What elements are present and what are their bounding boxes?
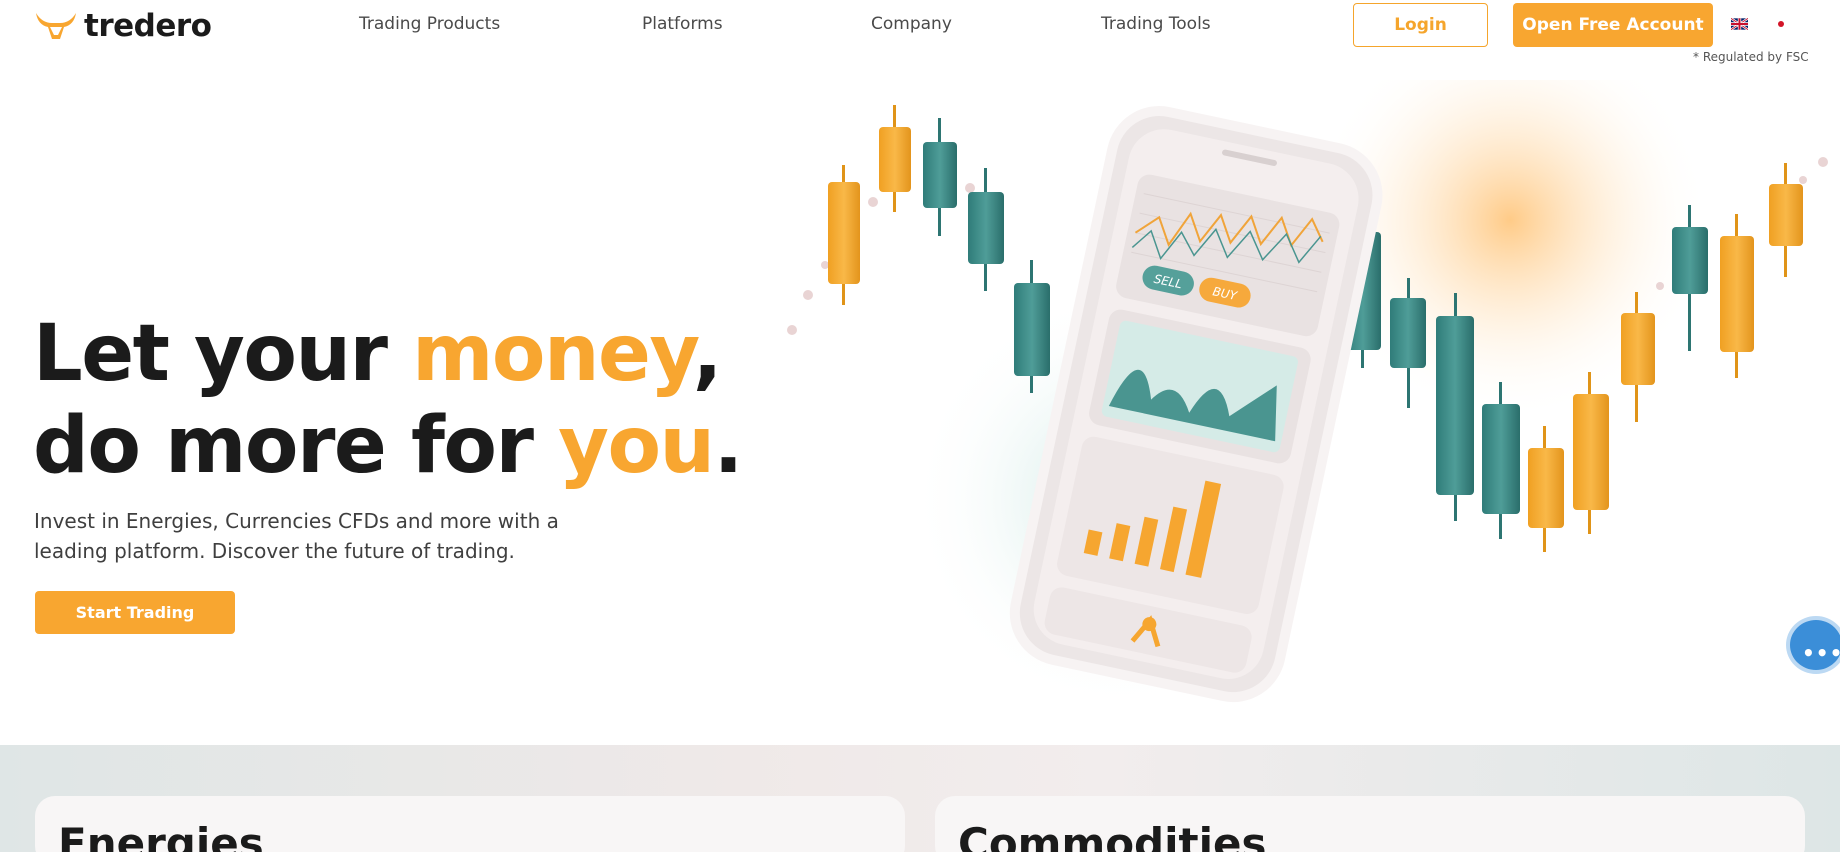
site-header: tredero Trading Products Platforms Compa… <box>0 0 1840 70</box>
hero-text: Let your <box>33 309 413 399</box>
hero-text: . <box>713 401 744 491</box>
energies-card-title: Energies <box>58 819 264 852</box>
chat-dots-icon: ••• <box>1802 641 1840 665</box>
hero-text: , <box>692 309 723 399</box>
bull-logo-icon <box>36 13 76 39</box>
hero-text: do more for <box>33 401 559 491</box>
candlestick-chart-left <box>828 105 1050 393</box>
nav-platforms[interactable]: Platforms <box>642 14 723 34</box>
nav-trading-products[interactable]: Trading Products <box>359 14 500 34</box>
login-button[interactable]: Login <box>1353 3 1488 47</box>
commodities-card-title: Commodities <box>958 819 1267 852</box>
regulated-note: * Regulated by FSC <box>1693 50 1809 64</box>
start-trading-button[interactable]: Start Trading <box>35 591 235 634</box>
hero-heading-line1: Let your money, <box>33 308 742 400</box>
hero-illustration: SELL BUY <box>787 80 1828 710</box>
nav-company[interactable]: Company <box>871 14 952 34</box>
uk-flag-icon[interactable] <box>1731 18 1748 30</box>
brand-logo[interactable]: tredero <box>34 8 212 44</box>
brand-name: tredero <box>84 8 212 44</box>
japan-flag-icon[interactable] <box>1772 18 1789 30</box>
hero-accent-you: you <box>558 401 715 491</box>
hero-heading: Let your money, do more for you. <box>33 308 744 492</box>
chat-bubble-icon[interactable]: ••• <box>1786 616 1840 674</box>
phone-mockup: SELL BUY <box>1009 106 1383 703</box>
hero-heading-line2: do more for you. <box>33 400 744 492</box>
open-free-account-button[interactable]: Open Free Account <box>1513 3 1713 47</box>
nav-trading-tools[interactable]: Trading Tools <box>1101 14 1211 34</box>
hero-subtitle: Invest in Energies, Currencies CFDs and … <box>34 509 559 563</box>
hero-accent-money: money <box>412 309 694 399</box>
